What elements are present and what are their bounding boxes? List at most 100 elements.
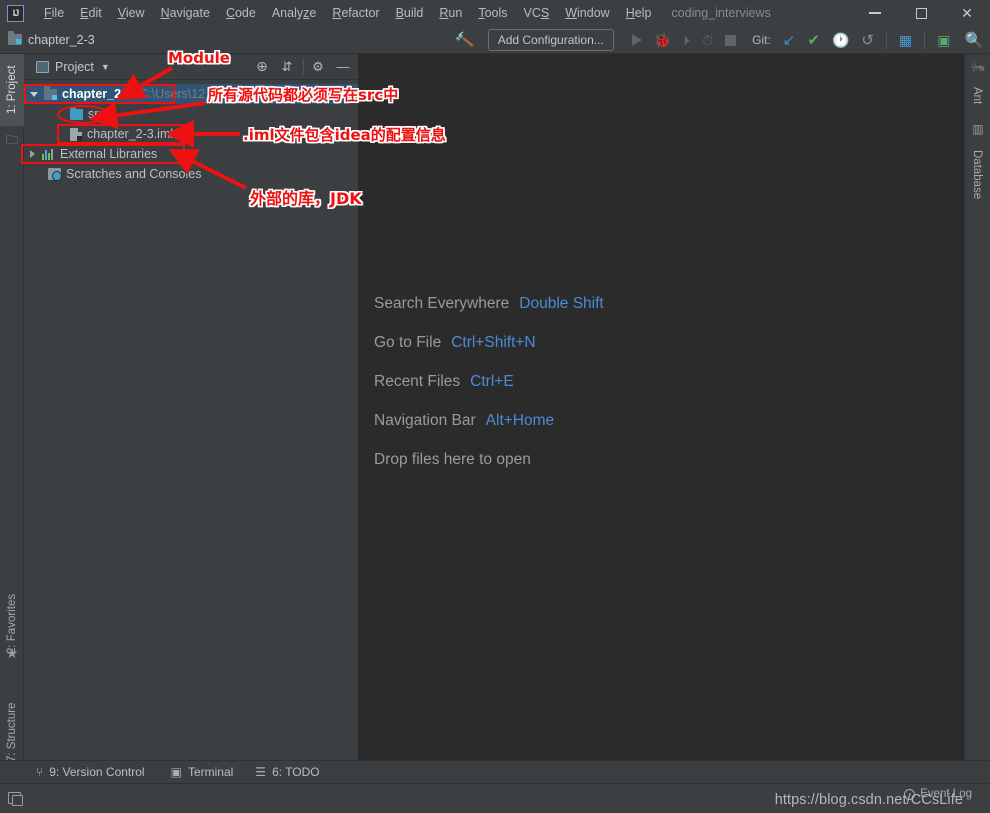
run-icon[interactable]: [631, 34, 642, 46]
minimize-icon[interactable]: [852, 0, 898, 26]
hammer-icon[interactable]: 🔨: [454, 30, 475, 50]
scratches-icon: [48, 168, 62, 181]
profile-icon[interactable]: ⏱: [702, 32, 713, 49]
hint-row-search-everywhere: Search Everywhere Double Shift: [374, 284, 604, 323]
bottom-item-label: 6: TODO: [272, 765, 320, 779]
version-control-icon: ⑂: [36, 765, 44, 779]
tree-item-label: chapter_2-3.iml: [87, 127, 174, 141]
search-everywhere-icon[interactable]: 🔍: [964, 31, 983, 49]
tree-item-iml[interactable]: chapter_2-3.iml: [24, 124, 358, 144]
tree-item-path: C:\Users\12: [139, 87, 206, 101]
tree-item-scratches[interactable]: Scratches and Consoles: [24, 164, 358, 184]
hint-row-navigation-bar: Navigation Bar Alt+Home: [374, 401, 604, 440]
project-panel-actions: ⊕ ⇵ ⚙ —: [251, 56, 354, 78]
project-tree: chapter_2-3 C:\Users\12 src chapter_2-3.…: [24, 80, 358, 184]
sidebar-item-ant[interactable]: Ant: [964, 76, 990, 116]
tree-item-label: Scratches and Consoles: [66, 167, 202, 181]
menu-item-tools[interactable]: Tools: [470, 4, 515, 22]
project-structure-icon[interactable]: ▦: [899, 32, 912, 49]
menu-item-analyze[interactable]: Analyze: [264, 4, 324, 22]
menu-item-file[interactable]: File: [36, 4, 72, 22]
debug-icon[interactable]: 🐞: [654, 32, 671, 49]
hint-key: Ctrl+Shift+N: [451, 333, 536, 351]
sidebar-item-structure-label: 7: Structure: [6, 702, 18, 762]
app-logo-icon: IJ: [7, 4, 24, 22]
menu-item-navigate[interactable]: Navigate: [153, 4, 218, 22]
editor-shortcut-hints: Search Everywhere Double Shift Go to Fil…: [374, 284, 604, 479]
hide-panel-icon[interactable]: —: [332, 56, 354, 78]
history-icon[interactable]: 🕐: [832, 32, 849, 49]
select-run-target-icon[interactable]: ▣: [937, 32, 950, 49]
update-project-icon[interactable]: ↙: [783, 31, 796, 49]
hint-row-recent-files: Recent Files Ctrl+E: [374, 362, 604, 401]
bottom-item-label: 9: Version Control: [49, 765, 145, 779]
hint-label: Search Everywhere: [374, 294, 510, 312]
gear-icon[interactable]: ⚙: [307, 56, 329, 78]
hint-label: Drop files here to open: [374, 450, 531, 468]
chevron-collapsed-icon[interactable]: [30, 150, 35, 158]
project-tool-window: Project ▼ ⊕ ⇵ ⚙ — chapter_2-3 C:\Users\1…: [24, 54, 358, 772]
todo-icon: ☰: [255, 765, 267, 779]
sidebar-item-database-label: Database: [971, 150, 983, 200]
menu-item-help[interactable]: Help: [618, 4, 660, 22]
project-panel-title: Project: [55, 59, 94, 74]
bottom-item-version-control[interactable]: ⑂ 9: Version Control: [36, 765, 145, 779]
star-icon: ★: [5, 644, 19, 661]
tree-item-src[interactable]: src: [24, 104, 358, 124]
toolbar-divider-2: [924, 31, 926, 49]
locate-target-icon[interactable]: ⊕: [251, 56, 273, 78]
window-controls: ✕: [852, 0, 990, 26]
close-icon[interactable]: ✕: [944, 0, 990, 26]
hint-key: Ctrl+E: [470, 372, 514, 390]
menu-item-code[interactable]: Code: [218, 4, 264, 22]
sidebar-item-database[interactable]: Database: [964, 138, 990, 212]
collapse-all-icon[interactable]: ⇵: [276, 56, 298, 78]
maximize-icon[interactable]: [898, 0, 944, 26]
source-folder-icon: [70, 105, 83, 120]
hint-label: Recent Files: [374, 372, 461, 390]
status-bar: Event Log https://blog.csdn.net/CCsLife: [0, 783, 990, 813]
breadcrumb[interactable]: chapter_2-3: [8, 31, 95, 47]
module-icon: [44, 85, 57, 100]
libraries-icon: [42, 148, 55, 160]
project-view-icon: [36, 60, 49, 73]
hint-row-go-to-file: Go to File Ctrl+Shift+N: [374, 323, 604, 362]
chevron-down-icon[interactable]: ▼: [101, 62, 110, 72]
menu-item-run[interactable]: Run: [431, 4, 470, 22]
add-configuration-button[interactable]: Add Configuration...: [487, 29, 614, 51]
tree-item-label: src: [88, 107, 105, 121]
menu-item-build[interactable]: Build: [388, 4, 432, 22]
toolbar-actions: 🔨 Add Configuration... 🐞 ⏵ ⏱ Git: ↙ ✔ 🕐 …: [454, 26, 983, 54]
tree-item-external-libraries[interactable]: External Libraries: [24, 144, 358, 164]
right-tool-strip: 🐜 Ant ▥ Database: [964, 54, 990, 790]
menu-item-vcs[interactable]: VCS: [516, 4, 558, 22]
stop-icon[interactable]: [725, 34, 737, 46]
toggle-tool-windows-icon[interactable]: [8, 792, 23, 806]
menu-item-window[interactable]: Window: [557, 4, 617, 22]
tree-item-chapter-2-3[interactable]: chapter_2-3 C:\Users\12: [24, 84, 358, 104]
hint-label: Navigation Bar: [374, 411, 476, 429]
intellij-idea-window: IJ File Edit View Navigate Code Analyze …: [0, 0, 990, 813]
tree-item-label: External Libraries: [60, 147, 158, 161]
bottom-item-todo[interactable]: ☰ 6: TODO: [255, 765, 319, 779]
bottom-tool-bar: ⑂ 9: Version Control ▣ Terminal ☰ 6: TOD…: [0, 760, 990, 783]
module-folder-icon: [8, 31, 22, 45]
bottom-item-label: Terminal: [187, 765, 234, 779]
run-with-coverage-icon[interactable]: ⏵: [683, 32, 690, 49]
navigation-toolbar: chapter_2-3 🔨 Add Configuration... 🐞 ⏵ ⏱…: [0, 26, 990, 54]
rollback-icon[interactable]: ↺: [861, 31, 874, 49]
bottom-item-terminal[interactable]: ▣ Terminal: [171, 765, 234, 779]
menu-item-view[interactable]: View: [110, 4, 153, 22]
menu-item-edit[interactable]: Edit: [72, 4, 110, 22]
hint-label: Go to File: [374, 333, 442, 351]
terminal-icon: ▣: [170, 765, 182, 779]
chevron-expanded-icon[interactable]: [30, 91, 38, 97]
ant-icon: 🐜: [970, 60, 986, 74]
commit-icon[interactable]: ✔: [807, 31, 820, 49]
window-project-title: coding_interviews: [671, 6, 771, 20]
sidebar-item-project[interactable]: 1: Project: [0, 54, 24, 126]
sidebar-item-project-label: 1: Project: [6, 65, 18, 115]
menu-item-refactor[interactable]: Refactor: [324, 4, 387, 22]
folder-icon: 🗀: [5, 132, 18, 147]
toolbar-divider: [885, 31, 887, 49]
